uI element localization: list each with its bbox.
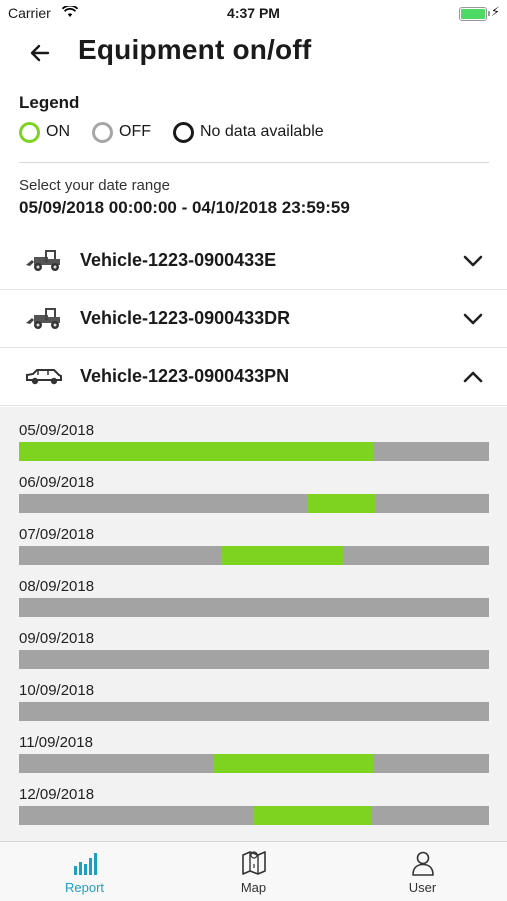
tab-report[interactable]: Report (0, 842, 169, 901)
day-timeline-bar (19, 754, 489, 773)
day-date: 11/09/2018 (19, 734, 93, 751)
page-title: Equipment on/off (78, 34, 312, 65)
car-icon (26, 369, 62, 385)
user-icon (412, 851, 434, 876)
day-timeline-bar (19, 598, 489, 617)
vehicle-name: Vehicle-1223-0900433DR (80, 308, 291, 328)
day-timeline-bar (19, 650, 489, 669)
on-segment (19, 442, 374, 461)
chevron-down-icon[interactable] (461, 252, 485, 270)
day-date: 09/09/2018 (19, 630, 95, 647)
vehicle-name: Vehicle-1223-0900433E (80, 250, 277, 270)
tab-label: Map (240, 880, 267, 895)
date-range-label: Select your date range (19, 177, 170, 194)
day-row: 10/09/2018 (19, 681, 489, 721)
vehicle-name: Vehicle-1223-0900433PN (80, 366, 290, 386)
chevron-up-icon[interactable] (461, 368, 485, 386)
tab-bar: Report Map User (0, 841, 507, 901)
vehicle-row[interactable]: Vehicle-1223-0900433E (0, 232, 507, 290)
on-segment (308, 494, 376, 513)
loader-icon (26, 308, 60, 329)
chevron-down-icon[interactable] (461, 310, 485, 328)
day-timeline-bar (19, 702, 489, 721)
on-segment (214, 754, 374, 773)
legend-label: No data available (200, 123, 324, 140)
date-range-value[interactable]: 05/09/2018 00:00:00 - 04/10/2018 23:59:5… (19, 198, 350, 218)
vehicle-list: Vehicle-1223-0900433E Vehicle-1223-09004… (0, 232, 507, 406)
back-arrow-icon[interactable] (26, 38, 56, 68)
day-row: 11/09/2018 (19, 733, 489, 773)
tab-user[interactable]: User (338, 842, 507, 901)
legend-item-on: ON (19, 121, 70, 143)
day-date: 08/09/2018 (19, 578, 95, 595)
day-row: 07/09/2018 (19, 525, 489, 565)
battery-icon (459, 7, 490, 21)
status-bar: Carrier 4:37 PM ⚡ (0, 0, 507, 28)
charging-icon: ⚡ (490, 4, 500, 19)
day-date: 10/09/2018 (19, 682, 95, 699)
legend: ON OFF No data available (19, 121, 346, 143)
off-indicator-icon (92, 121, 113, 143)
on-indicator-icon (19, 121, 40, 143)
vehicle-row[interactable]: Vehicle-1223-0900433PN (0, 348, 507, 406)
divider (19, 162, 489, 163)
clock: 4:37 PM (227, 5, 280, 21)
day-row: 12/09/2018 (19, 785, 489, 825)
map-icon (242, 851, 266, 875)
tab-label: User (408, 880, 437, 895)
day-row: 05/09/2018 (19, 421, 489, 461)
tab-label: Report (64, 880, 105, 895)
day-timeline-bar (19, 442, 489, 461)
legend-label: OFF (119, 123, 151, 140)
legend-label: ON (46, 123, 70, 140)
loader-icon (26, 250, 60, 271)
day-date: 12/09/2018 (19, 786, 95, 803)
on-segment (221, 546, 343, 565)
on-segment (254, 806, 372, 825)
day-timeline-bar (19, 806, 489, 825)
day-row: 08/09/2018 (19, 577, 489, 617)
legend-title: Legend (19, 93, 80, 112)
day-timeline-bar (19, 546, 489, 565)
day-row: 06/09/2018 (19, 473, 489, 513)
legend-item-off: OFF (92, 121, 151, 143)
report-icon (74, 853, 97, 875)
vehicle-row[interactable]: Vehicle-1223-0900433DR (0, 290, 507, 348)
timeline: 05/09/2018 06/09/2018 07/09/2018 08/09/2… (0, 407, 507, 841)
no-data-indicator-icon (173, 121, 194, 143)
tab-map[interactable]: Map (169, 842, 338, 901)
day-timeline-bar (19, 494, 489, 513)
day-date: 06/09/2018 (19, 474, 95, 491)
day-date: 05/09/2018 (19, 422, 95, 439)
legend-item-no-data: No data available (173, 121, 324, 143)
day-row: 09/09/2018 (19, 629, 489, 669)
day-date: 07/09/2018 (19, 526, 95, 543)
